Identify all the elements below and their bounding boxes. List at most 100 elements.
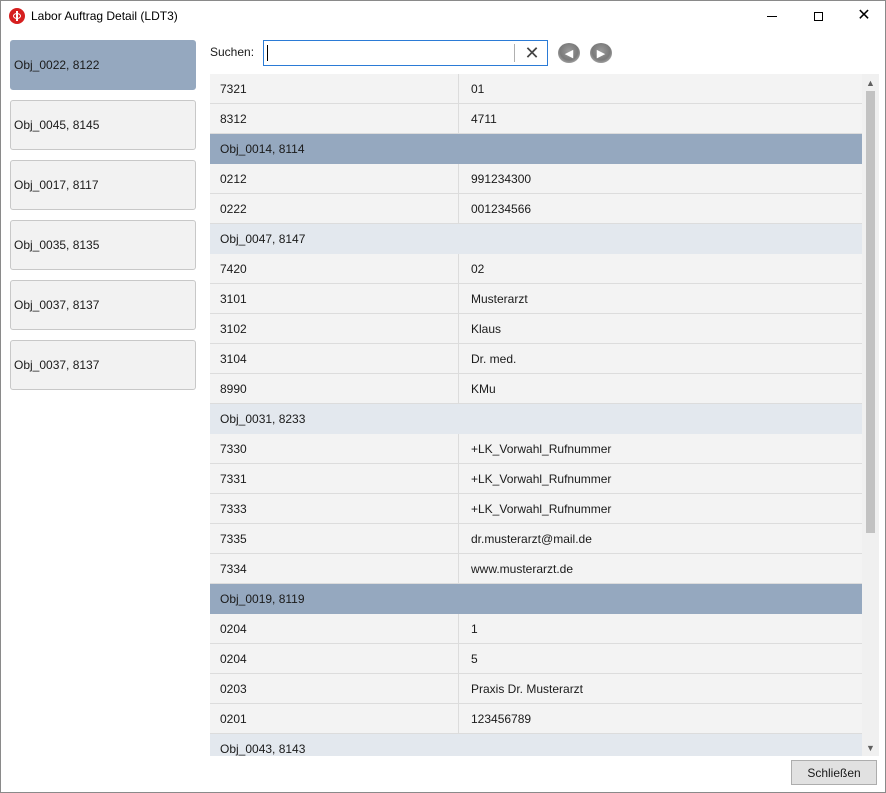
- group-header-row[interactable]: Obj_0019, 8119: [210, 584, 862, 614]
- object-list: Obj_0022, 8122 Obj_0045, 8145 Obj_0017, 81…: [10, 40, 196, 400]
- table-row[interactable]: 7321 01: [210, 74, 862, 104]
- field-key-cell: 3104: [210, 344, 459, 373]
- grid-rows: 7321 01 8312 4711 Obj_0014, 8114 0212 99123430…: [210, 74, 862, 756]
- field-key-cell: 3101: [210, 284, 459, 313]
- search-divider: [514, 44, 515, 62]
- field-key-cell: 7334: [210, 554, 459, 583]
- field-value-cell: +LK_Vorwahl_Rufnummer: [471, 441, 612, 456]
- table-row[interactable]: 3104 Dr. med.: [210, 344, 862, 374]
- sidebar-item[interactable]: Obj_0022, 8122: [10, 40, 196, 90]
- table-row[interactable]: 0212 991234300: [210, 164, 862, 194]
- close-window-button[interactable]: ✕: [841, 1, 885, 31]
- sidebar-item[interactable]: Obj_0037, 8137: [10, 280, 196, 330]
- field-value-cell: 001234566: [471, 201, 532, 216]
- field-value-cell: www.musterarzt.de: [471, 561, 574, 576]
- field-value-cell: Klaus: [471, 321, 502, 336]
- field-key-cell: 7335: [210, 524, 459, 553]
- field-key-cell: 7420: [210, 254, 459, 283]
- vertical-scrollbar[interactable]: ▲ ▼: [862, 74, 879, 756]
- table-row[interactable]: 7420 02: [210, 254, 862, 284]
- field-key-cell: 0212: [210, 164, 459, 193]
- group-header-row[interactable]: Obj_0014, 8114: [210, 134, 862, 164]
- field-value-cell: KMu: [471, 381, 496, 396]
- sidebar-item-label: Obj_0017, 8117: [14, 178, 99, 192]
- table-row[interactable]: 7331 +LK_Vorwahl_Rufnummer: [210, 464, 862, 494]
- field-key-cell: 0201: [210, 704, 459, 733]
- field-key-cell: 7333: [210, 494, 459, 523]
- group-label: Obj_0014, 8114: [220, 142, 305, 156]
- next-match-button[interactable]: ▶: [590, 43, 612, 63]
- table-row[interactable]: 7335 dr.musterarzt@mail.de: [210, 524, 862, 554]
- sidebar-item[interactable]: Obj_0045, 8145: [10, 100, 196, 150]
- field-key-cell: 7330: [210, 434, 459, 463]
- field-value-cell: 02: [471, 261, 485, 276]
- minimize-icon: [767, 15, 777, 17]
- chevron-left-icon: ◀: [564, 47, 574, 60]
- app-logo-icon: [9, 8, 25, 24]
- sidebar-item-label: Obj_0045, 8145: [14, 118, 100, 132]
- table-row[interactable]: 0204 1: [210, 614, 862, 644]
- sidebar-item[interactable]: Obj_0017, 8117: [10, 160, 196, 210]
- field-key-cell: 7321: [210, 74, 459, 103]
- field-value-cell: 4711: [471, 111, 497, 126]
- field-value-cell: dr.musterarzt@mail.de: [471, 531, 592, 546]
- group-header-row[interactable]: Obj_0043, 8143: [210, 734, 862, 756]
- field-value-cell: Dr. med.: [471, 351, 517, 366]
- field-value-cell: Musterarzt: [471, 291, 528, 306]
- table-row[interactable]: 8990 KMu: [210, 374, 862, 404]
- field-value-cell: +LK_Vorwahl_Rufnummer: [471, 501, 612, 516]
- field-key-cell: 3102: [210, 314, 459, 343]
- dialog-window: Labor Auftrag Detail (LDT3) ✕ Obj_0022, …: [0, 0, 886, 793]
- field-value-cell: 01: [471, 81, 485, 96]
- window-title: Labor Auftrag Detail (LDT3): [31, 9, 178, 23]
- group-label: Obj_0019, 8119: [220, 592, 305, 606]
- sidebar-item-label: Obj_0022, 8122: [14, 58, 100, 72]
- field-value-cell: 5: [471, 651, 478, 666]
- table-row[interactable]: 3102 Klaus: [210, 314, 862, 344]
- group-header-row[interactable]: Obj_0047, 8147: [210, 224, 862, 254]
- field-key-cell: 7331: [210, 464, 459, 493]
- search-label: Suchen:: [210, 45, 255, 59]
- search-input[interactable]: ✕: [263, 40, 548, 66]
- table-row[interactable]: 7334 www.musterarzt.de: [210, 554, 862, 584]
- table-row[interactable]: 7333 +LK_Vorwahl_Rufnummer: [210, 494, 862, 524]
- field-key-cell: 8312: [210, 104, 459, 133]
- sidebar-item[interactable]: Obj_0037, 8137: [10, 340, 196, 390]
- table-row[interactable]: 0203 Praxis Dr. Musterarzt: [210, 674, 862, 704]
- scrollbar-thumb[interactable]: [866, 91, 875, 533]
- sidebar-item-label: Obj_0037, 8137: [14, 358, 100, 372]
- scroll-up-icon[interactable]: ▲: [862, 74, 879, 91]
- field-value-cell: 1: [471, 621, 478, 636]
- table-row[interactable]: 7330 +LK_Vorwahl_Rufnummer: [210, 434, 862, 464]
- sidebar-item-label: Obj_0035, 8135: [14, 238, 100, 252]
- field-value-cell: 991234300: [471, 171, 532, 186]
- table-row[interactable]: 0201 123456789: [210, 704, 862, 734]
- group-label: Obj_0047, 8147: [220, 232, 306, 246]
- field-key-cell: 0204: [210, 644, 459, 673]
- maximize-icon: [813, 11, 823, 21]
- title-bar[interactable]: Labor Auftrag Detail (LDT3) ✕: [1, 1, 885, 31]
- table-row[interactable]: 0222 001234566: [210, 194, 862, 224]
- table-row[interactable]: 3101 Musterarzt: [210, 284, 862, 314]
- minimize-button[interactable]: [749, 1, 795, 31]
- scroll-down-icon[interactable]: ▼: [862, 739, 879, 756]
- previous-match-button[interactable]: ◀: [558, 43, 580, 63]
- field-key-cell: 0203: [210, 674, 459, 703]
- close-button[interactable]: Schließen: [791, 760, 877, 785]
- field-value-cell: +LK_Vorwahl_Rufnummer: [471, 471, 612, 486]
- chevron-right-icon: ▶: [596, 47, 606, 60]
- field-key-cell: 0204: [210, 614, 459, 643]
- sidebar-item-label: Obj_0037, 8137: [14, 298, 100, 312]
- clear-search-icon[interactable]: ✕: [517, 41, 547, 65]
- sidebar-item[interactable]: Obj_0035, 8135: [10, 220, 196, 270]
- field-key-cell: 8990: [210, 374, 459, 403]
- detail-grid[interactable]: 7321 01 8312 4711 Obj_0014, 8114 0212 99123430…: [210, 74, 862, 756]
- field-value-cell: 123456789: [471, 711, 532, 726]
- maximize-button[interactable]: [795, 1, 841, 31]
- table-row[interactable]: 8312 4711: [210, 104, 862, 134]
- group-header-row[interactable]: Obj_0031, 8233: [210, 404, 862, 434]
- field-value-cell: Praxis Dr. Musterarzt: [471, 681, 584, 696]
- table-row[interactable]: 0204 5: [210, 644, 862, 674]
- group-label: Obj_0031, 8233: [220, 412, 306, 426]
- close-icon: ✕: [857, 7, 871, 24]
